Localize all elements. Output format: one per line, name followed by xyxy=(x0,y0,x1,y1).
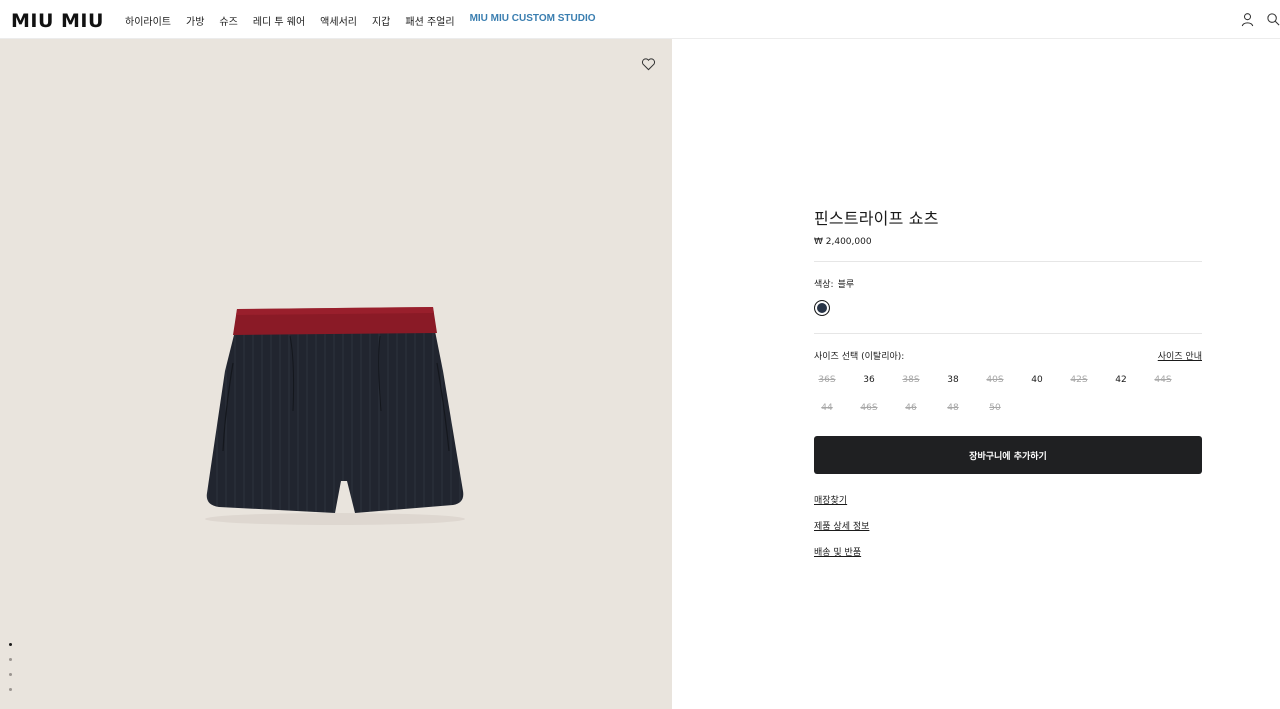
color-swatch-blue[interactable] xyxy=(814,300,830,316)
product-info-panel: 핀스트라이프 쇼츠 ₩ 2,400,000 색상: 블루 사이즈 선택 (이탈리… xyxy=(814,205,1202,558)
divider xyxy=(814,261,1202,262)
size-select-label: 사이즈 선택 (이탈리아): xyxy=(814,352,905,362)
gallery-pagination xyxy=(9,643,12,691)
product-title: 핀스트라이프 쇼츠 xyxy=(814,209,939,228)
gallery-dot-2[interactable] xyxy=(9,658,12,661)
size-option[interactable]: 38S xyxy=(898,375,924,385)
nav-item-shoes[interactable]: 슈즈 xyxy=(219,13,237,28)
gallery-dot-4[interactable] xyxy=(9,688,12,691)
nav-item-highlights[interactable]: 하이라이트 xyxy=(125,13,171,28)
site-header: MIU MIU 하이라이트 가방 슈즈 레디 투 웨어 액세서리 지갑 패션 주… xyxy=(0,0,1280,39)
search-icon[interactable] xyxy=(1266,12,1280,27)
nav-item-wallets[interactable]: 지갑 xyxy=(372,13,390,28)
add-to-cart-button[interactable]: 장바구니에 추가하기 xyxy=(814,436,1202,474)
color-label: 색상: xyxy=(814,280,834,290)
size-guide-link[interactable]: 사이즈 안내 xyxy=(1158,349,1202,362)
main-nav: 하이라이트 가방 슈즈 레디 투 웨어 액세서리 지갑 패션 주얼리 MIU M… xyxy=(125,13,611,28)
size-option[interactable]: 44 xyxy=(814,403,840,413)
size-option[interactable]: 42 xyxy=(1108,375,1134,385)
gallery-dot-3[interactable] xyxy=(9,673,12,676)
color-selector-label: 색상: 블루 xyxy=(814,277,854,290)
size-option[interactable]: 40S xyxy=(982,375,1008,385)
size-option[interactable]: 42S xyxy=(1066,375,1092,385)
product-details-link[interactable]: 제품 상세 정보 xyxy=(814,519,869,532)
store-locator-link[interactable]: 매장찾기 xyxy=(814,493,847,506)
brand-logo[interactable]: MIU MIU xyxy=(11,10,104,32)
size-option[interactable]: 48 xyxy=(940,403,966,413)
size-option[interactable]: 44S xyxy=(1150,375,1176,385)
account-icon[interactable] xyxy=(1240,12,1255,27)
product-image-gallery[interactable] xyxy=(0,39,672,709)
size-option[interactable]: 50 xyxy=(982,403,1008,413)
product-image xyxy=(205,307,465,525)
size-option[interactable]: 40 xyxy=(1024,375,1050,385)
nav-item-custom-studio[interactable]: MIU MIU CUSTOM STUDIO xyxy=(470,13,596,28)
size-option[interactable]: 38 xyxy=(940,375,966,385)
size-option[interactable]: 36 xyxy=(856,375,882,385)
nav-item-bags[interactable]: 가방 xyxy=(186,13,204,28)
product-price: ₩ 2,400,000 xyxy=(814,237,872,247)
gallery-dot-1[interactable] xyxy=(9,643,12,646)
heart-icon[interactable] xyxy=(641,57,656,71)
shipping-returns-link[interactable]: 배송 및 반품 xyxy=(814,545,861,558)
size-option[interactable]: 36S xyxy=(814,375,840,385)
nav-item-ready-to-wear[interactable]: 레디 투 웨어 xyxy=(253,13,305,28)
size-option[interactable]: 46S xyxy=(856,403,882,413)
divider xyxy=(814,333,1202,334)
color-value: 블루 xyxy=(837,280,855,290)
nav-item-accessories[interactable]: 액세서리 xyxy=(320,13,357,28)
nav-item-fashion-jewelry[interactable]: 패션 주얼리 xyxy=(405,13,454,28)
size-option[interactable]: 46 xyxy=(898,403,924,413)
